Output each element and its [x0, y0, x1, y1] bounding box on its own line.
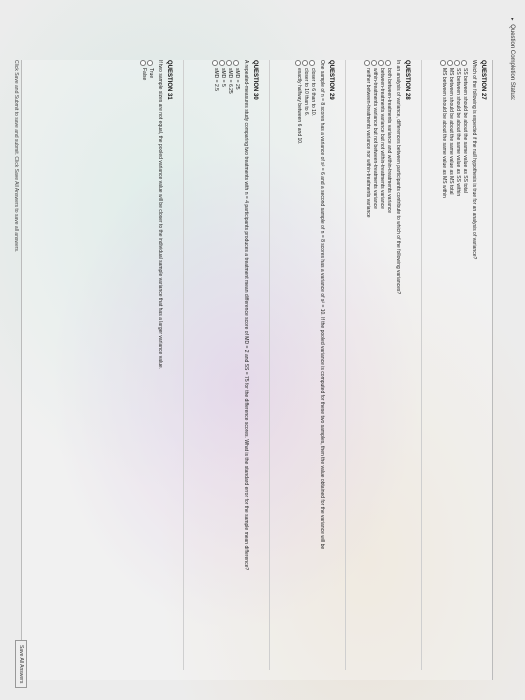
answer-option[interactable]: neither between-treatments variance nor … — [364, 60, 371, 670]
divider — [183, 60, 184, 670]
option-label: between-treatments variance but not with… — [379, 68, 385, 209]
option-label: sMD = 6.25 — [227, 68, 233, 94]
question-completion-status[interactable]: ▸ Question Completion Status: — [509, 18, 515, 101]
question-prompt: In an analysis of variance, differences … — [395, 60, 401, 295]
radio-icon[interactable] — [233, 60, 240, 66]
answer-option[interactable]: False — [140, 60, 147, 670]
question-title: QUESTION 29 — [328, 60, 334, 100]
answer-option[interactable]: closer to 10 than to 6. — [302, 60, 309, 670]
question-30: QUESTION 30 A repeated-measures study co… — [212, 60, 258, 670]
question-prompt: One sample of n = 8 scores has a varianc… — [319, 60, 325, 550]
answer-option[interactable]: sMD = 25 — [233, 60, 240, 670]
radio-icon[interactable] — [302, 60, 309, 66]
radio-icon[interactable] — [309, 60, 316, 66]
radio-icon[interactable] — [364, 60, 371, 66]
radio-icon[interactable] — [295, 60, 302, 66]
answer-option[interactable]: SS between should be about the same valu… — [461, 60, 468, 670]
radio-icon[interactable] — [447, 60, 454, 66]
answer-option[interactable]: within-treatments variance but not betwe… — [371, 60, 378, 670]
option-label: within-treatments variance but not betwe… — [372, 68, 378, 209]
radio-icon[interactable] — [219, 60, 226, 66]
option-label: MS between should be about the same valu… — [441, 68, 447, 198]
rotated-page: ▸ Question Completion Status: QUESTION 2… — [0, 0, 525, 700]
option-label: closer to 6 than to 10. — [310, 68, 316, 117]
radio-icon[interactable] — [385, 60, 392, 66]
question-title: QUESTION 27 — [480, 60, 486, 100]
radio-icon[interactable] — [461, 60, 468, 66]
answer-option[interactable]: both between-treatments variance and wit… — [385, 60, 392, 670]
option-label: sMD = 25 — [234, 68, 240, 90]
status-label: Question Completion Status: — [509, 24, 515, 101]
footer-instructions: Click Save and Submit to save and submit… — [13, 60, 19, 253]
option-label: MS between should be about the same valu… — [448, 68, 454, 195]
question-prompt: A repeated-measures study comparing two … — [243, 60, 249, 571]
question-31: QUESTION 31 If two sample sizes are not … — [140, 60, 172, 670]
save-all-answers-button[interactable]: Save All Answers — [15, 640, 27, 689]
divider — [269, 60, 270, 670]
answer-option[interactable]: closer to 6 than to 10. — [309, 60, 316, 670]
question-prompt: If two sample sizes are not equal, the p… — [157, 60, 163, 370]
radio-icon[interactable] — [147, 60, 154, 66]
question-prompt: Which of the following is expected if th… — [471, 60, 477, 260]
option-label: sMD = 2.5 — [213, 68, 219, 91]
radio-icon[interactable] — [226, 60, 233, 66]
option-label: SS between should be about the same valu… — [462, 68, 468, 193]
answer-option[interactable]: between-treatments variance but not with… — [378, 60, 385, 670]
radio-icon[interactable] — [140, 60, 147, 66]
option-label: exactly halfway between 6 and 10. — [296, 68, 302, 145]
option-label: True — [148, 68, 154, 79]
answer-option[interactable]: exactly halfway between 6 and 10. — [295, 60, 302, 670]
question-title: QUESTION 31 — [166, 60, 172, 100]
radio-icon[interactable] — [212, 60, 219, 66]
option-label: False — [141, 68, 147, 81]
option-label: sMD = 5 — [220, 68, 226, 87]
radio-icon[interactable] — [440, 60, 447, 66]
answer-option[interactable]: MS between should be about the same valu… — [440, 60, 447, 670]
answer-option[interactable]: SS between should be about the same valu… — [454, 60, 461, 670]
option-label: neither between-treatments variance nor … — [365, 68, 371, 218]
question-title: QUESTION 28 — [404, 60, 410, 100]
question-27: QUESTION 27 Which of the following is ex… — [440, 60, 486, 670]
answer-option[interactable]: sMD = 5 — [219, 60, 226, 670]
triangle-right-icon: ▸ — [509, 18, 515, 21]
option-label: closer to 10 than to 6. — [303, 68, 309, 117]
question-title: QUESTION 30 — [252, 60, 258, 100]
radio-icon[interactable] — [371, 60, 378, 66]
answer-option[interactable]: sMD = 6.25 — [226, 60, 233, 670]
answer-option[interactable]: MS between should be about the same valu… — [447, 60, 454, 670]
answer-option[interactable]: sMD = 2.5 — [212, 60, 219, 670]
questions-panel: QUESTION 27 Which of the following is ex… — [21, 60, 493, 680]
divider — [345, 60, 346, 670]
answer-option[interactable]: True — [147, 60, 154, 670]
option-label: both between-treatments variance and wit… — [386, 68, 392, 214]
option-label: SS between should be about the same valu… — [455, 68, 461, 197]
radio-icon[interactable] — [454, 60, 461, 66]
radio-icon[interactable] — [378, 60, 385, 66]
question-28: QUESTION 28 In an analysis of variance, … — [364, 60, 410, 670]
question-29: QUESTION 29 One sample of n = 8 scores h… — [295, 60, 334, 670]
divider — [421, 60, 422, 670]
